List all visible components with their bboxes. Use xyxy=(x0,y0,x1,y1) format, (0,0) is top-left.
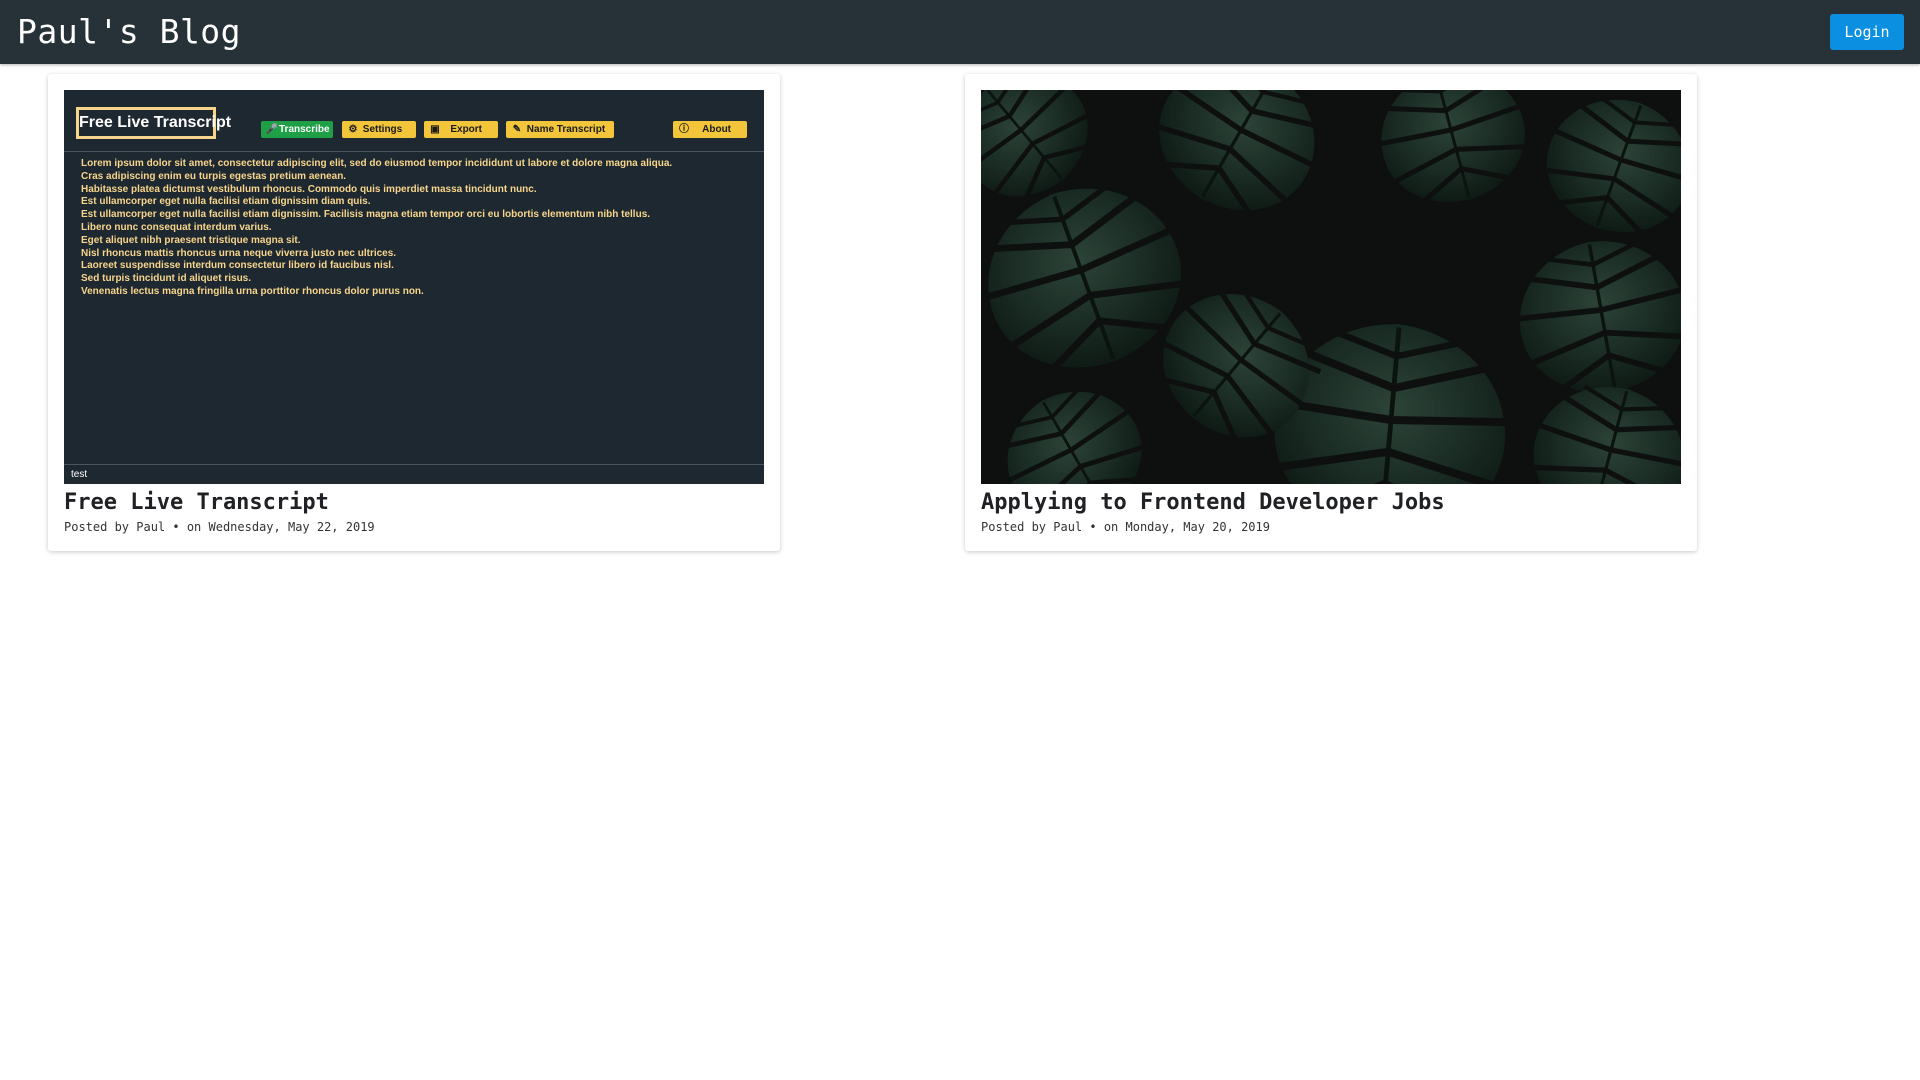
post-title[interactable]: Applying to Frontend Developer Jobs xyxy=(981,488,1445,518)
post-meta: Posted by Paul • on Wednesday, May 22, 2… xyxy=(64,520,375,534)
app-footer: test xyxy=(64,464,764,484)
transcript-line: Sed turpis tincidunt id aliquet risus. xyxy=(81,273,252,285)
monstera-leaves-image xyxy=(981,90,1681,484)
transcript-line: Lorem ipsum dolor sit amet, consectetur … xyxy=(81,158,673,169)
site-title[interactable]: Paul's Blog xyxy=(17,10,241,54)
post-card[interactable]: Applying to Frontend Developer Jobs Post… xyxy=(965,74,1697,551)
post-thumbnail[interactable] xyxy=(981,90,1681,484)
transcript-line: Nisl rhoncus mattis rhoncus urna neque v… xyxy=(81,247,397,259)
transcript-line: Cras adipiscing enim eu turpis egestas p… xyxy=(81,170,347,182)
transcript-line: Venenatis lectus magna fringilla urna po… xyxy=(81,285,424,297)
name-transcript-button: ✎ Name Transcript xyxy=(506,121,614,138)
top-app-bar: Paul's Blog Login xyxy=(0,0,1920,64)
gear-icon: ⚙ xyxy=(348,124,358,135)
pencil-icon: ✎ xyxy=(512,124,522,135)
post-title[interactable]: Free Live Transcript xyxy=(64,488,329,518)
transcript-line: Laoreet suspendisse interdum consectetur… xyxy=(81,260,394,272)
export-button: ▣ Export xyxy=(424,121,498,138)
app-screenshot: Free Live Transcript 🎤Transcribe ⚙ Setti… xyxy=(64,90,764,484)
app-toolbar: Free Live Transcript 🎤Transcribe ⚙ Setti… xyxy=(64,90,764,152)
transcript-line: Est ullamcorper eget nulla facilisi etia… xyxy=(81,209,651,221)
transcript-text: Lorem ipsum dolor sit amet, consectetur … xyxy=(81,158,672,299)
login-button[interactable]: Login xyxy=(1830,14,1904,50)
post-thumbnail[interactable]: Free Live Transcript 🎤Transcribe ⚙ Setti… xyxy=(64,90,764,484)
microphone-icon: 🎤 xyxy=(265,124,279,135)
transcript-line: Habitasse platea dictumst vestibulum rho… xyxy=(81,183,537,195)
info-icon: ⓘ xyxy=(679,124,689,135)
settings-button: ⚙ Settings xyxy=(342,121,416,138)
transcribe-button: 🎤Transcribe xyxy=(261,121,333,138)
export-icon: ▣ xyxy=(430,124,440,135)
transcript-line: Est ullamcorper eget nulla facilisi etia… xyxy=(81,196,371,208)
about-button: ⓘ About xyxy=(673,121,747,138)
post-meta: Posted by Paul • on Monday, May 20, 2019 xyxy=(981,520,1270,534)
transcript-line: Eget aliquet nibh praesent tristique mag… xyxy=(81,234,301,246)
post-card[interactable]: Free Live Transcript 🎤Transcribe ⚙ Setti… xyxy=(48,74,780,551)
transcript-line: Libero nunc consequat interdum varius. xyxy=(81,221,272,233)
app-logo: Free Live Transcript xyxy=(76,107,231,139)
